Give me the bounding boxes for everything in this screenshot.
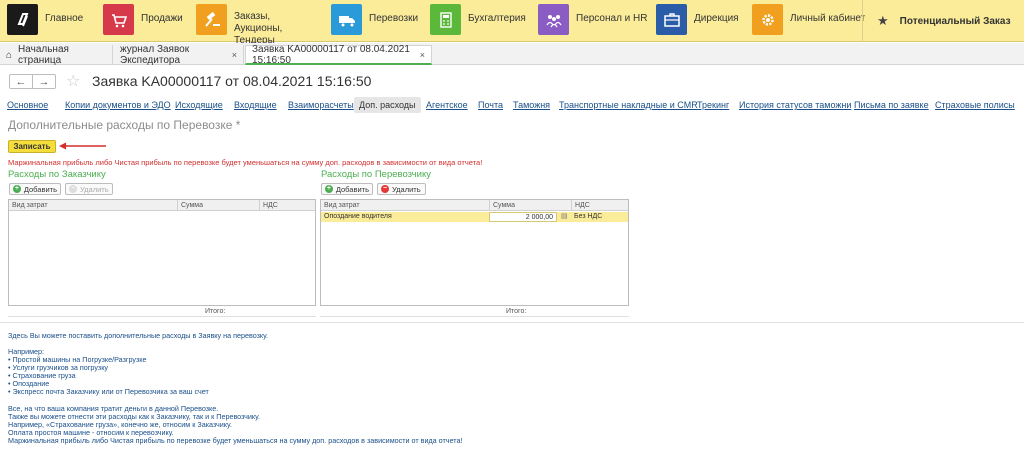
section-panel: Главное Продажи Заказы, Аукционы, Тендер… [0, 0, 1024, 46]
column-vat[interactable]: НДС [571, 200, 630, 211]
forward-button[interactable]: → [33, 75, 55, 88]
section-hr[interactable]: Персонал и HR [538, 4, 648, 38]
tab-waybills[interactable]: Транспортные накладные и CMR [559, 97, 698, 113]
section-label: Заказы, Аукционы, Тендеры [234, 11, 283, 46]
calculator-icon[interactable]: ▤ [558, 212, 570, 222]
star-icon: ★ [877, 13, 889, 28]
tab-agency[interactable]: Агентское [426, 97, 468, 113]
section-orders[interactable]: Заказы, Аукционы, Тендеры [196, 4, 314, 46]
minus-icon: − [381, 185, 389, 193]
help-example: • Экспресс почта Заказчику или от Перево… [8, 387, 209, 396]
customer-add-button[interactable]: + Добавить [9, 183, 61, 195]
divider [8, 316, 316, 317]
briefcase-icon [656, 4, 687, 35]
minus-icon: − [69, 185, 77, 193]
save-button[interactable]: Записать [8, 140, 56, 153]
section-label: Перевозки [369, 13, 419, 24]
tab-label: Заявка KA00000117 от 08.04.2021 15:16:50 [252, 43, 410, 66]
tab-tracking[interactable]: Трекинг [697, 97, 729, 113]
tab-outgoing[interactable]: Исходящие [175, 97, 223, 113]
close-icon[interactable]: × [232, 50, 237, 60]
tab-customs-history[interactable]: История статусов таможни [739, 97, 851, 113]
grid-header: Вид затрат Сумма НДС [321, 200, 628, 211]
back-button[interactable]: ← [10, 75, 33, 88]
form-title: Дополнительные расходы по Перевозке * [8, 118, 241, 132]
tab-label: Начальная страница [18, 44, 69, 66]
section-label: Бухгалтерия [468, 13, 526, 24]
column-vat[interactable]: НДС [259, 200, 317, 211]
section-management[interactable]: Дирекция [656, 4, 739, 38]
gear-icon [752, 4, 783, 35]
section-label: Продажи [141, 13, 183, 24]
column-type[interactable]: Вид затрат [9, 200, 177, 211]
divider [0, 322, 1024, 323]
divider [320, 316, 629, 317]
tab-request[interactable]: Заявка KA00000117 от 08.04.2021 15:16:50… [245, 43, 432, 66]
customer-remove-button[interactable]: − Удалить [65, 183, 113, 195]
logo-icon [7, 4, 38, 35]
column-type[interactable]: Вид затрат [321, 200, 489, 211]
tab-docs[interactable]: Копии документов и ЭДО [65, 97, 171, 113]
carrier-add-button[interactable]: + Добавить [321, 183, 373, 195]
customer-grid[interactable]: Вид затрат Сумма НДС [8, 199, 316, 306]
carrier-total-label: Итого: [506, 308, 527, 315]
cell-type: Опоздание водителя [324, 213, 392, 220]
truck-icon [331, 4, 362, 35]
cell-vat: Без НДС [574, 213, 603, 220]
page-title: Заявка KA00000117 от 08.04.2021 15:16:50 [92, 73, 372, 89]
column-sum[interactable]: Сумма [177, 200, 259, 211]
section-label: Главное [45, 13, 84, 24]
tab-letters[interactable]: Письма по заявке [854, 97, 929, 113]
tab-home[interactable]: ⌂ Начальная страница [0, 44, 113, 66]
favorite-potential-order[interactable]: ★ Потенциальный Заказ [862, 0, 1024, 42]
customer-total-label: Итого: [205, 308, 226, 315]
section-accounting[interactable]: Бухгалтерия [430, 4, 526, 38]
plus-icon: + [13, 185, 21, 193]
window-tabs: ⌂ Начальная страница журнал Заявок Экспе… [0, 43, 1024, 66]
home-icon: ⌂ [6, 49, 13, 61]
section-cabinet[interactable]: Личный кабинет [752, 4, 865, 38]
tab-insurance[interactable]: Страховые полисы [935, 97, 1015, 113]
help-note: Маржинальная прибыль либо Чистая прибыль… [8, 436, 463, 445]
arrow-icon [59, 142, 106, 150]
customer-panel-title: Расходы по Заказчику [8, 169, 106, 180]
grid-header: Вид затрат Сумма НДС [9, 200, 315, 211]
section-label: Дирекция [694, 13, 739, 24]
button-label: Добавить [23, 184, 57, 194]
favorite-star-icon[interactable]: ☆ [66, 71, 80, 91]
cell-sum[interactable]: 2 000,00 [489, 212, 557, 222]
button-label: Удалить [80, 184, 109, 194]
calculator-icon [430, 4, 461, 35]
people-icon [538, 4, 569, 35]
carrier-panel-title: Расходы по Перевозчику [321, 169, 431, 180]
carrier-grid[interactable]: Вид затрат Сумма НДС Опоздание водителя … [320, 199, 629, 306]
tab-extra-costs[interactable]: Доп. расходы [354, 97, 421, 113]
tab-journal[interactable]: журнал Заявок Экспедитора × [114, 44, 244, 66]
gavel-icon [196, 4, 227, 35]
section-sales[interactable]: Продажи [103, 4, 183, 38]
button-label: Удалить [392, 184, 421, 194]
section-label: Персонал и HR [576, 13, 648, 24]
column-sum[interactable]: Сумма [489, 200, 571, 211]
section-main[interactable]: Главное [7, 4, 83, 38]
tab-mail[interactable]: Почта [478, 97, 503, 113]
plus-icon: + [325, 185, 333, 193]
button-label: Добавить [335, 184, 369, 194]
carrier-remove-button[interactable]: − Удалить [377, 183, 426, 195]
tab-incoming[interactable]: Входящие [234, 97, 277, 113]
cart-icon [103, 4, 134, 35]
table-row[interactable]: Опоздание водителя 2 000,00 ▤ Без НДС [321, 212, 628, 222]
favorite-label: Потенциальный Заказ [899, 15, 1011, 27]
warning-text: Маржинальная прибыль либо Чистая прибыль… [8, 158, 483, 167]
section-transport[interactable]: Перевозки [331, 4, 418, 38]
tab-label: журнал Заявок Экспедитора [120, 44, 190, 66]
help-intro: Здесь Вы можете поставить дополнительные… [8, 331, 269, 340]
tab-main[interactable]: Основное [7, 97, 48, 113]
section-label: Личный кабинет [790, 13, 866, 24]
history-nav: ← → [9, 74, 56, 89]
close-icon[interactable]: × [420, 50, 425, 60]
tab-customs[interactable]: Таможня [513, 97, 550, 113]
tab-settlements[interactable]: Взаиморасчеты [288, 97, 354, 113]
